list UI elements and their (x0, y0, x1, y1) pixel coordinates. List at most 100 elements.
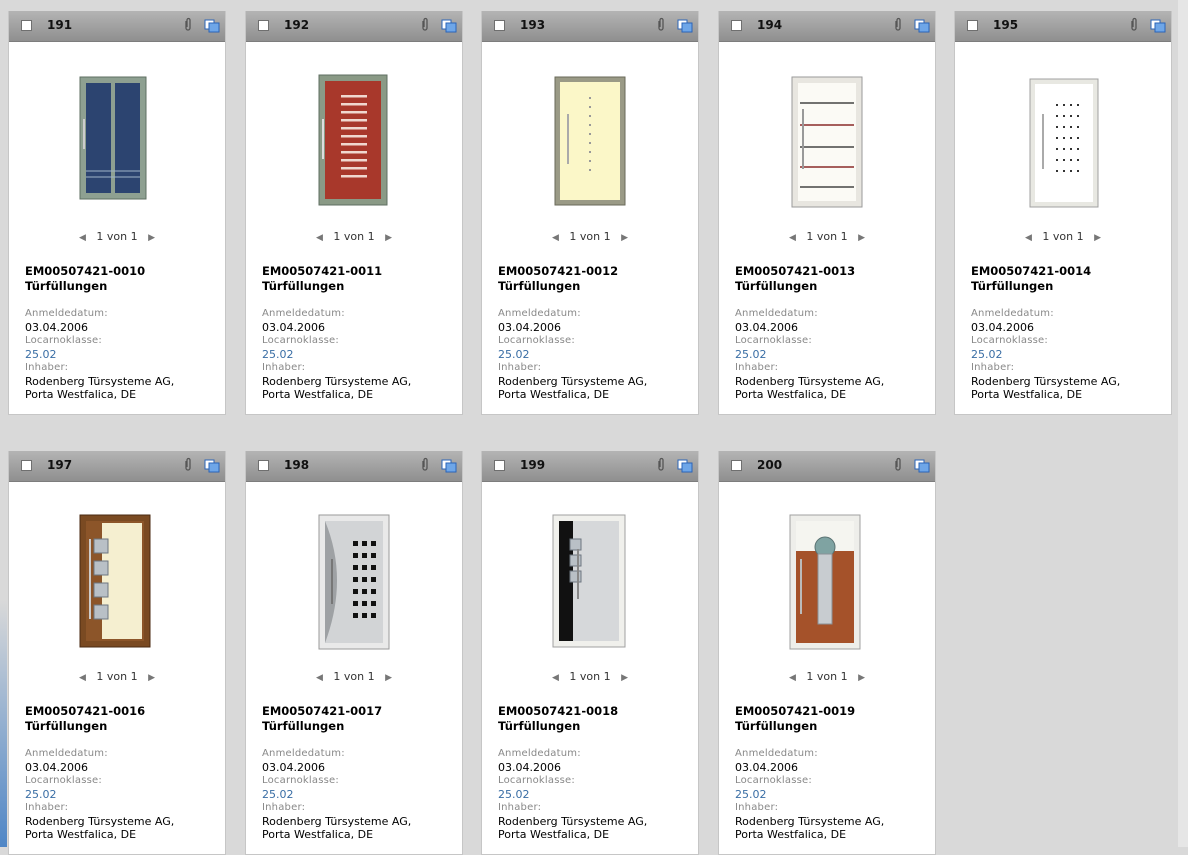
paperclip-icon[interactable] (420, 17, 430, 33)
arrow-left-icon[interactable]: ◀ (552, 233, 559, 243)
arrow-right-icon[interactable]: ▶ (621, 233, 628, 243)
copy-icon[interactable] (914, 459, 930, 473)
design-image-door-steel-holes[interactable] (309, 499, 399, 657)
select-checkbox[interactable] (258, 460, 269, 471)
design-id[interactable]: EM00507421-0010 (25, 264, 145, 278)
arrow-right-icon[interactable]: ▶ (858, 233, 865, 243)
arrow-left-icon[interactable]: ◀ (79, 673, 86, 683)
pager-text: 1 von 1 (806, 670, 848, 683)
design-id[interactable]: EM00507421-0014 (971, 264, 1091, 278)
design-image-door-white-dotgrid[interactable] (1018, 59, 1108, 217)
design-id[interactable]: EM00507421-0012 (498, 264, 618, 278)
design-meta: Anmeldedatum: 03.04.2006 Locarnoklasse: … (735, 747, 884, 842)
select-checkbox[interactable] (967, 20, 978, 31)
design-title: Türfüllungen (25, 719, 108, 733)
copy-icon[interactable] (441, 19, 457, 33)
arrow-left-icon[interactable]: ◀ (79, 233, 86, 243)
select-checkbox[interactable] (731, 460, 742, 471)
locarno-link[interactable]: 25.02 (25, 348, 174, 362)
owner-line-2: Porta Westfalica, DE (735, 388, 847, 401)
filing-date-label: Anmeldedatum: (262, 748, 345, 759)
locarno-link[interactable]: 25.02 (735, 788, 884, 802)
owner-line-1: Rodenberg Türsysteme AG, (971, 374, 1121, 388)
pager-text: 1 von 1 (806, 230, 848, 243)
arrow-right-icon[interactable]: ▶ (1094, 233, 1101, 243)
arrow-right-icon[interactable]: ▶ (148, 673, 155, 683)
copy-icon[interactable] (677, 19, 693, 33)
arrow-right-icon[interactable]: ▶ (148, 233, 155, 243)
image-pager: ◀ 1 von 1 ▶ (482, 230, 698, 243)
paperclip-icon[interactable] (1129, 17, 1139, 33)
result-card-193: 193 ◀ 1 von 1 ▶ EM00507421-0012 Türfüllu… (481, 11, 699, 415)
design-title: Türfüllungen (25, 279, 108, 293)
design-id[interactable]: EM00507421-0011 (262, 264, 382, 278)
locarno-link[interactable]: 25.02 (262, 788, 411, 802)
image-pager: ◀ 1 von 1 ▶ (9, 670, 225, 683)
design-image-door-wood-squares[interactable] (72, 499, 162, 657)
arrow-left-icon[interactable]: ◀ (316, 233, 323, 243)
filing-date-label: Anmeldedatum: (262, 308, 345, 319)
arrow-left-icon[interactable]: ◀ (1025, 233, 1032, 243)
paperclip-icon[interactable] (420, 457, 430, 473)
arrow-left-icon[interactable]: ◀ (552, 673, 559, 683)
design-id[interactable]: EM00507421-0013 (735, 264, 855, 278)
locarno-link[interactable]: 25.02 (971, 348, 1120, 362)
owner-label: Inhaber: (262, 362, 306, 373)
select-checkbox[interactable] (21, 20, 32, 31)
card-header: 192 (246, 11, 462, 42)
arrow-right-icon[interactable]: ▶ (385, 233, 392, 243)
arrow-left-icon[interactable]: ◀ (789, 233, 796, 243)
design-id[interactable]: EM00507421-0017 (262, 704, 382, 718)
copy-icon[interactable] (914, 19, 930, 33)
owner-line-1: Rodenberg Türsysteme AG, (735, 814, 885, 828)
paperclip-icon[interactable] (893, 17, 903, 33)
design-id[interactable]: EM00507421-0016 (25, 704, 145, 718)
select-checkbox[interactable] (21, 460, 32, 471)
copy-icon[interactable] (441, 459, 457, 473)
locarno-link[interactable]: 25.02 (262, 348, 411, 362)
arrow-right-icon[interactable]: ▶ (385, 673, 392, 683)
paperclip-icon[interactable] (183, 457, 193, 473)
scrollbar[interactable] (1178, 0, 1188, 847)
copy-icon[interactable] (204, 19, 220, 33)
pager-text: 1 von 1 (1042, 230, 1084, 243)
arrow-left-icon[interactable]: ◀ (789, 673, 796, 683)
select-checkbox[interactable] (731, 20, 742, 31)
result-number: 200 (757, 458, 783, 472)
design-image-door-cream-dots[interactable] (545, 59, 635, 217)
paperclip-icon[interactable] (656, 17, 666, 33)
paperclip-icon[interactable] (183, 17, 193, 33)
paperclip-icon[interactable] (656, 457, 666, 473)
result-card-197: 197 ◀ 1 von 1 ▶ EM00507421-0016 Türfüllu… (8, 451, 226, 855)
arrow-left-icon[interactable]: ◀ (316, 673, 323, 683)
paperclip-icon[interactable] (893, 457, 903, 473)
select-checkbox[interactable] (494, 20, 505, 31)
arrow-right-icon[interactable]: ▶ (621, 673, 628, 683)
locarno-link[interactable]: 25.02 (735, 348, 884, 362)
design-title: Türfüllungen (262, 279, 345, 293)
locarno-link[interactable]: 25.02 (25, 788, 174, 802)
owner-line-2: Porta Westfalica, DE (25, 828, 137, 841)
design-image-door-steel-black[interactable] (545, 499, 635, 657)
design-image-door-white-lines[interactable] (782, 59, 872, 217)
copy-icon[interactable] (1150, 19, 1166, 33)
filing-date-value: 03.04.2006 (25, 320, 88, 334)
owner-label: Inhaber: (262, 802, 306, 813)
design-id[interactable]: EM00507421-0019 (735, 704, 855, 718)
copy-icon[interactable] (204, 459, 220, 473)
design-id[interactable]: EM00507421-0018 (498, 704, 618, 718)
select-checkbox[interactable] (494, 460, 505, 471)
filing-date-value: 03.04.2006 (735, 320, 798, 334)
arrow-right-icon[interactable]: ▶ (858, 673, 865, 683)
owner-label: Inhaber: (735, 802, 779, 813)
select-checkbox[interactable] (258, 20, 269, 31)
result-card-192: 192 ◀ 1 von 1 ▶ EM00507421-0011 Türfüllu… (245, 11, 463, 415)
locarno-link[interactable]: 25.02 (498, 348, 647, 362)
design-image-door-wood-keyhole[interactable] (782, 499, 872, 657)
copy-icon[interactable] (677, 459, 693, 473)
image-pager: ◀ 1 von 1 ▶ (246, 670, 462, 683)
locarno-link[interactable]: 25.02 (498, 788, 647, 802)
design-image-door-blue-glass[interactable] (72, 59, 162, 217)
left-edge-strip (0, 600, 7, 847)
design-image-door-red-bars[interactable] (309, 59, 399, 217)
